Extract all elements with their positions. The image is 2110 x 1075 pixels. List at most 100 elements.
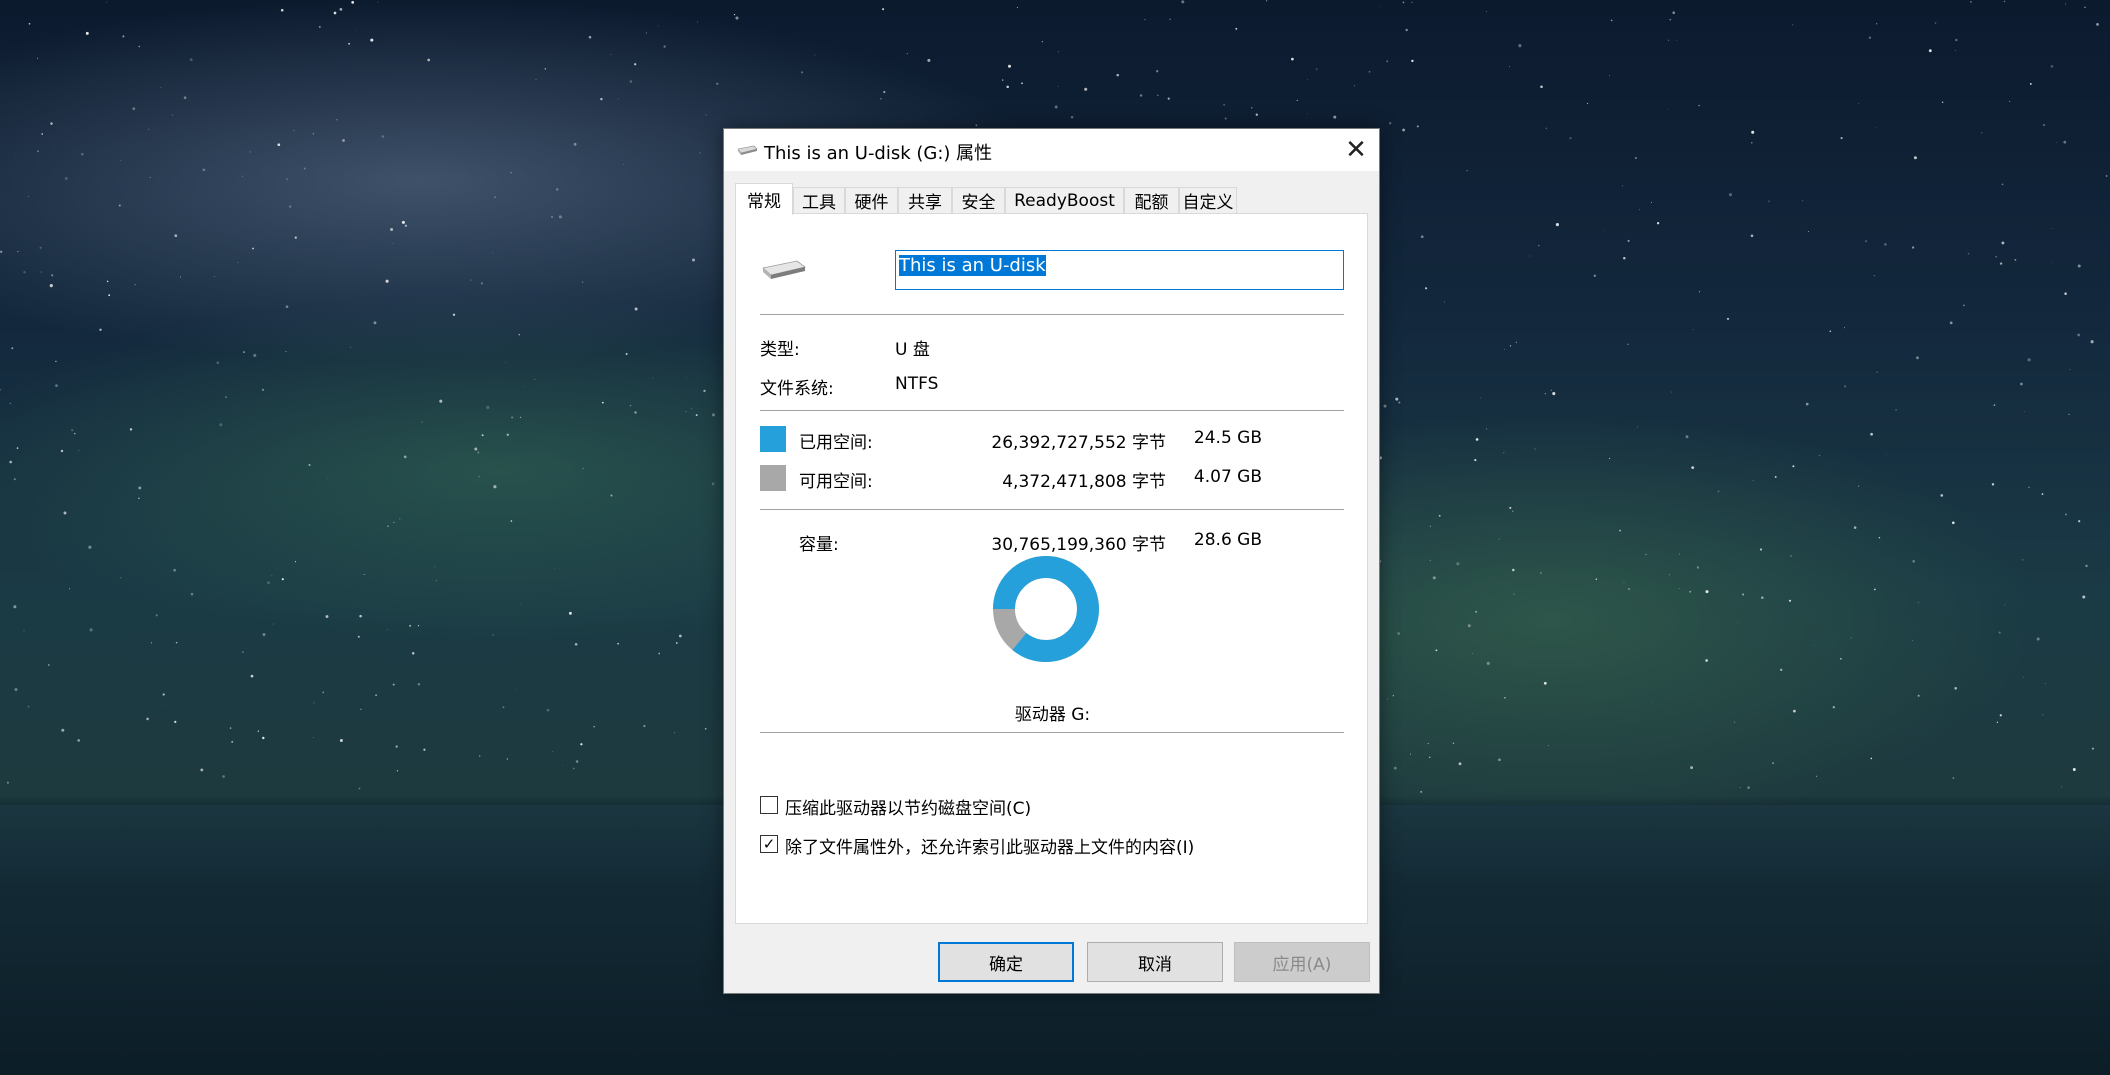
divider — [760, 410, 1344, 411]
star — [1008, 64, 1011, 68]
star — [132, 107, 136, 111]
star — [2020, 382, 2023, 386]
star — [1223, 104, 1225, 106]
ok-button[interactable]: 确定 — [938, 942, 1074, 982]
star — [2024, 411, 2025, 412]
star — [16, 447, 19, 449]
star — [1818, 454, 1821, 457]
star — [281, 578, 284, 581]
tab-quota[interactable]: 配额 — [1124, 187, 1179, 213]
star — [2036, 637, 2040, 641]
star — [286, 178, 288, 180]
star — [373, 321, 377, 325]
star — [2042, 714, 2044, 716]
star — [814, 54, 816, 56]
star — [705, 114, 707, 116]
star — [174, 234, 178, 238]
star — [1389, 122, 1392, 125]
star — [515, 689, 517, 691]
index-contents-checkbox[interactable]: ✓ — [760, 835, 778, 853]
star — [1610, 19, 1613, 22]
star — [349, 346, 352, 348]
star — [392, 683, 395, 686]
star — [1652, 702, 1654, 704]
star — [1844, 385, 1847, 388]
star — [427, 58, 431, 62]
tab-readyboost[interactable]: ReadyBoost — [1005, 187, 1124, 213]
star — [39, 246, 42, 249]
star — [625, 353, 628, 355]
star — [1967, 252, 1970, 255]
star — [558, 215, 562, 219]
star — [339, 738, 343, 743]
star — [651, 377, 654, 379]
star — [78, 450, 80, 452]
star — [351, 1, 355, 4]
star — [2096, 23, 2099, 26]
tab-sharing[interactable]: 共享 — [898, 187, 952, 213]
star — [1627, 239, 1630, 242]
compress-drive-label[interactable]: 压缩此驱动器以节约磁盘空间(C) — [785, 794, 1031, 819]
star — [1668, 574, 1670, 576]
star — [486, 405, 490, 410]
checkmark-icon: ✓ — [762, 835, 776, 853]
star — [1393, 766, 1397, 770]
star — [146, 717, 149, 721]
star — [1021, 82, 1023, 85]
star — [1627, 343, 1629, 346]
star — [478, 755, 481, 757]
tab-general[interactable]: 常规 — [735, 183, 793, 215]
star — [1425, 287, 1428, 290]
compress-drive-checkbox[interactable] — [760, 796, 778, 814]
tab-hardware[interactable]: 硬件 — [845, 187, 898, 213]
close-button[interactable]: ✕ — [1333, 129, 1379, 171]
star — [289, 205, 292, 208]
star — [1689, 590, 1692, 593]
star — [174, 720, 177, 724]
star — [470, 279, 472, 281]
star — [327, 478, 329, 480]
general-tab-panel: This is an U-disk 类型: U 盘 文件系统: NTFS 已用空… — [735, 213, 1368, 924]
star — [1696, 566, 1700, 569]
tab-security[interactable]: 安全 — [952, 187, 1005, 213]
star — [27, 195, 29, 197]
free-space-swatch — [760, 465, 786, 491]
title-bar[interactable]: This is an U-disk (G:) 属性 ✕ — [724, 129, 1379, 171]
star — [50, 122, 53, 125]
star — [2027, 358, 2031, 362]
star — [1690, 766, 1694, 770]
star — [1772, 762, 1774, 764]
star — [1850, 637, 1852, 639]
star — [510, 520, 513, 522]
cancel-button[interactable]: 取消 — [1087, 942, 1223, 982]
star — [1667, 108, 1669, 110]
star — [1865, 240, 1868, 243]
star — [1458, 762, 1462, 766]
index-contents-label[interactable]: 除了文件属性外，还允许索引此驱动器上文件的内容(I) — [785, 833, 1194, 858]
type-label: 类型: — [760, 340, 800, 360]
tab-tools[interactable]: 工具 — [793, 187, 845, 213]
star — [554, 568, 556, 570]
star — [0, 388, 2, 391]
drive-name-input[interactable]: This is an U-disk — [895, 250, 1344, 290]
tab-customize[interactable]: 自定义 — [1179, 187, 1237, 213]
star — [1876, 371, 1878, 373]
star — [1676, 39, 1678, 41]
star — [1169, 18, 1171, 21]
star — [14, 154, 16, 156]
star — [138, 45, 141, 48]
star — [1645, 553, 1647, 555]
star — [250, 674, 254, 678]
star — [393, 521, 395, 524]
star — [1398, 401, 1401, 404]
star — [1981, 132, 1983, 134]
apply-button[interactable]: 应用(A) — [1234, 942, 1370, 982]
star — [502, 706, 505, 709]
star — [190, 592, 194, 596]
star — [1639, 209, 1641, 211]
star — [1792, 24, 1794, 26]
star — [2068, 413, 2070, 416]
star — [1427, 742, 1429, 745]
star — [2091, 747, 2094, 750]
star — [106, 1, 108, 3]
